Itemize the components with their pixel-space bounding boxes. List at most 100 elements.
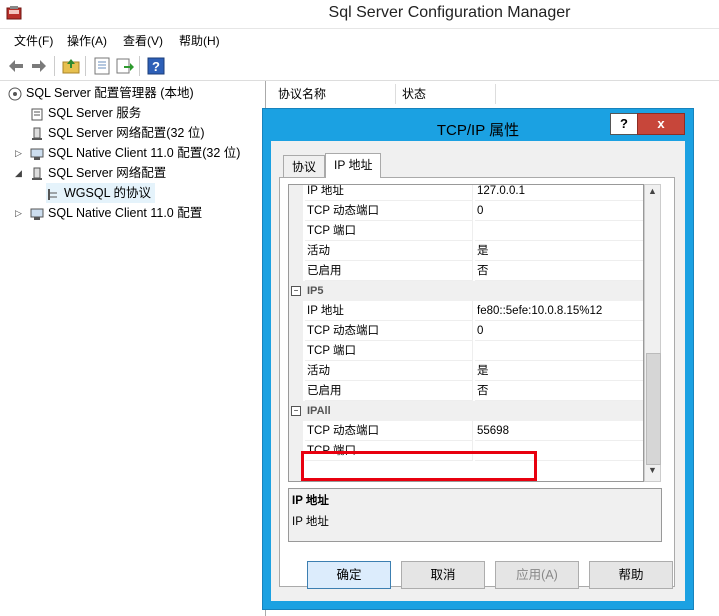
expand-arrow-icon[interactable]: ▷ — [15, 143, 23, 163]
toolbar-separator — [85, 56, 86, 76]
tree-item-wgsql-protocols[interactable]: WGSQL 的协议 — [46, 183, 156, 203]
network-config-icon — [32, 127, 42, 140]
grid-property-row[interactable]: IP 地址 fe80::5efe:10.0.8.15%12 — [289, 301, 643, 321]
tree-item-label: SQL Server 服务 — [48, 106, 142, 120]
tab-protocol[interactable]: 协议 — [283, 155, 326, 178]
property-value[interactable]: 0 — [475, 321, 643, 341]
property-name: TCP 端口 — [305, 221, 473, 241]
column-header-protocol-name[interactable]: 协议名称 — [272, 84, 396, 104]
grid-category-row[interactable]: − IP5 — [289, 281, 643, 301]
tab-ip-address[interactable]: IP 地址 — [325, 153, 382, 178]
property-name: IP 地址 — [305, 301, 473, 321]
property-grid-scrollbar[interactable]: ▲ ▼ — [644, 184, 661, 482]
tree-item-network-config[interactable]: SQL Server 网络配置 — [30, 163, 166, 183]
column-header-status[interactable]: 状态 — [396, 84, 496, 104]
tree-item-native-client-32[interactable]: SQL Native Client 11.0 配置(32 位) — [30, 143, 240, 163]
grid-property-row[interactable]: TCP 动态端口 55698 — [289, 421, 643, 441]
property-value[interactable]: 0 — [475, 201, 643, 221]
property-name: TCP 动态端口 — [305, 421, 473, 441]
grid-property-row[interactable]: 已启用否 — [289, 381, 643, 401]
svg-text:?: ? — [152, 59, 160, 74]
grid-property-row[interactable]: TCP 端口 — [289, 341, 643, 361]
property-value[interactable] — [475, 341, 643, 361]
property-value[interactable]: 是 — [475, 241, 643, 261]
tcpip-properties-dialog: TCP/IP 属性 ? x 协议 IP 地址 IP 地址 127.0.0.1 TCP… — [262, 108, 694, 610]
property-name: TCP 动态端口 — [305, 321, 473, 341]
property-value[interactable]: 是 — [475, 361, 643, 381]
scroll-down-arrow-icon[interactable]: ▼ — [647, 465, 658, 479]
menu-view[interactable]: 查看(V) — [123, 32, 163, 49]
property-name: 已启用 — [305, 381, 473, 401]
dialog-help-button[interactable]: ? — [610, 113, 638, 135]
tree-item-label: SQL Server 网络配置(32 位) — [48, 126, 205, 140]
help-icon[interactable]: ? — [146, 56, 166, 76]
sql-config-manager-icon — [8, 87, 22, 101]
network-config-icon — [32, 167, 42, 180]
collapse-toggle-icon[interactable]: − — [291, 286, 301, 296]
toolbar-separator — [54, 56, 55, 76]
scroll-up-arrow-icon[interactable]: ▲ — [647, 186, 658, 200]
grid-property-row[interactable]: 活动是 — [289, 241, 643, 261]
grid-property-row[interactable]: TCP 端口 — [289, 221, 643, 241]
tree-item-network-config-32[interactable]: SQL Server 网络配置(32 位) — [30, 123, 205, 143]
grid-category-row[interactable]: − IPAll — [289, 401, 643, 421]
description-title: IP 地址 — [292, 495, 329, 507]
red-highlight-box — [301, 451, 537, 481]
service-icon — [31, 108, 43, 121]
menu-file[interactable]: 文件(F) — [14, 32, 53, 49]
console-tree: SQL Server 配置管理器 (本地) SQL Server 服务 SQL … — [0, 81, 266, 616]
tree-item-native-client[interactable]: SQL Native Client 11.0 配置 — [30, 203, 202, 223]
tree-item-label: SQL Server 网络配置 — [48, 166, 167, 180]
property-name: IP 地址 — [305, 185, 473, 201]
client-config-icon — [30, 208, 44, 220]
properties-icon[interactable] — [92, 56, 112, 76]
export-icon[interactable] — [115, 56, 135, 76]
client-config-icon — [30, 148, 44, 160]
dialog-close-button[interactable]: x — [637, 113, 685, 135]
protocol-icon — [48, 188, 57, 200]
property-value[interactable]: 127.0.0.1 — [475, 185, 643, 201]
collapse-toggle-icon[interactable]: − — [291, 406, 301, 416]
property-name: 已启用 — [305, 261, 473, 281]
tree-item-root[interactable]: SQL Server 配置管理器 (本地) — [8, 83, 194, 103]
scrollbar-thumb[interactable] — [646, 353, 661, 465]
property-name: TCP 动态端口 — [305, 201, 473, 221]
property-value[interactable]: 否 — [475, 261, 643, 281]
toolbar-separator — [139, 56, 140, 76]
grid-property-row[interactable]: IP 地址 127.0.0.1 — [289, 185, 643, 201]
window-title: Sql Server Configuration Manager — [328, 4, 571, 21]
back-arrow-icon[interactable] — [6, 56, 26, 76]
grid-property-row[interactable]: TCP 动态端口 0 — [289, 321, 643, 341]
tree-item-label: SQL Native Client 11.0 配置(32 位) — [48, 146, 241, 160]
property-grid[interactable]: IP 地址 127.0.0.1 TCP 动态端口 0 TCP 端口 活动是已启用否 − IP5… — [288, 184, 644, 482]
property-description: IP 地址 IP 地址 — [288, 488, 662, 542]
forward-arrow-icon[interactable] — [29, 56, 49, 76]
expand-arrow-icon[interactable]: ▷ — [15, 203, 23, 223]
menu-bar: 文件(F) 操作(A) 查看(V) 帮助(H) — [0, 29, 719, 51]
tree-item-sql-server-services[interactable]: SQL Server 服务 — [30, 103, 141, 123]
help-button[interactable]: 帮助 — [589, 561, 673, 589]
title-bar: Sql Server Configuration Manager — [0, 0, 719, 29]
apply-button[interactable]: 应用(A) — [495, 561, 579, 589]
tree-item-label: SQL Native Client 11.0 配置 — [48, 206, 203, 220]
dialog-body: 协议 IP 地址 IP 地址 127.0.0.1 TCP 动态端口 0 TCP 端口 活动… — [271, 141, 685, 601]
up-folder-icon[interactable] — [61, 56, 81, 76]
cancel-button[interactable]: 取消 — [401, 561, 485, 589]
category-label: IPAll — [307, 405, 331, 417]
grid-property-row[interactable]: TCP 动态端口 0 — [289, 201, 643, 221]
property-name: 活动 — [305, 361, 473, 381]
category-label: IP5 — [307, 285, 324, 297]
property-value[interactable]: 否 — [475, 381, 643, 401]
toolbar: ? — [0, 52, 719, 81]
tree-item-label: SQL Server 配置管理器 (本地) — [26, 86, 194, 100]
property-value[interactable]: 55698 — [475, 421, 643, 441]
property-value[interactable] — [475, 221, 643, 241]
grid-property-row[interactable]: 活动是 — [289, 361, 643, 381]
grid-property-row[interactable]: 已启用否 — [289, 261, 643, 281]
collapse-arrow-icon[interactable]: ◢ — [15, 163, 23, 183]
ok-button[interactable]: 确定 — [307, 561, 391, 589]
menu-action[interactable]: 操作(A) — [67, 32, 107, 49]
menu-help[interactable]: 帮助(H) — [179, 32, 220, 49]
tab-panel: IP 地址 127.0.0.1 TCP 动态端口 0 TCP 端口 活动是已启用否 − IP5… — [279, 177, 675, 587]
property-value[interactable]: fe80::5efe:10.0.8.15%12 — [475, 301, 643, 321]
